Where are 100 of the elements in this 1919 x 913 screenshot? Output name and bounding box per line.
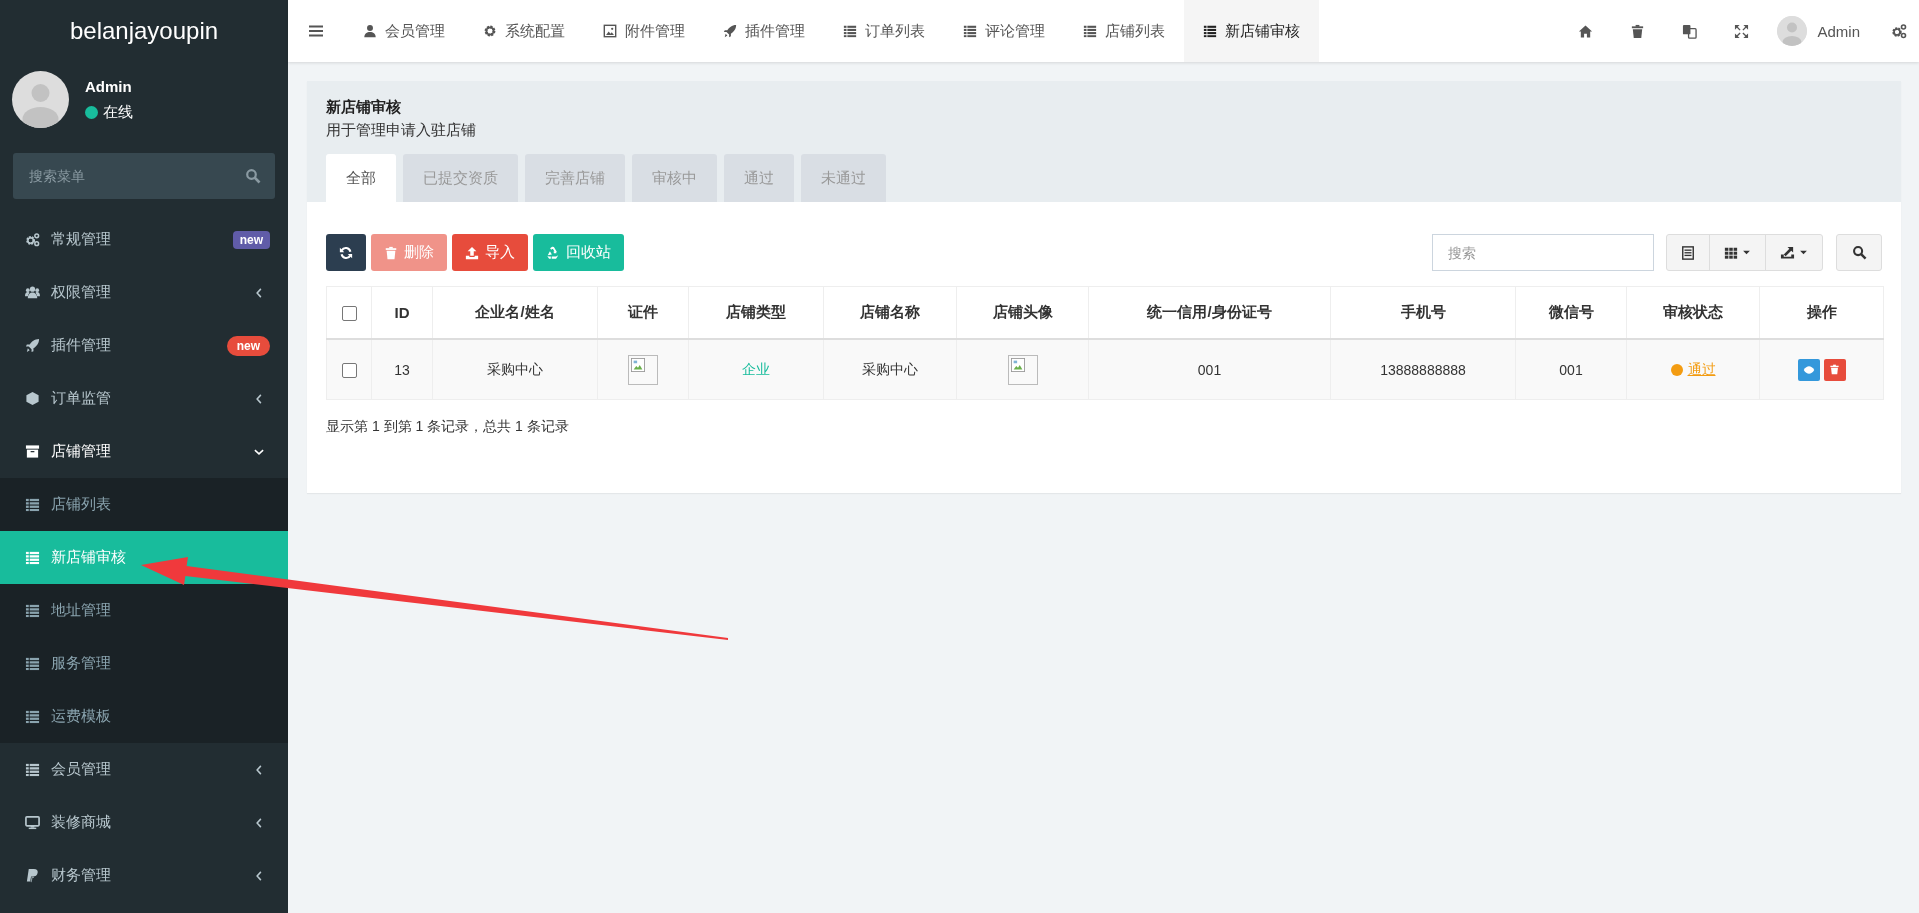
advanced-search-button[interactable] (1836, 234, 1882, 271)
new-badge: new (232, 230, 270, 249)
online-status-dot (85, 105, 98, 119)
sidebar-menu-item[interactable]: 店铺管理 (0, 425, 288, 478)
column-header: 手机号 (1400, 303, 1446, 320)
table-cell: 13 (394, 361, 410, 378)
column-header: ID (394, 304, 410, 321)
search-icon (245, 168, 261, 184)
table-cell: 采购中心 (487, 360, 543, 377)
page-title: 新店铺审核 (326, 98, 402, 117)
page-subtitle: 用于管理申请入驻店铺 (326, 121, 477, 140)
columns-grid-icon (1724, 245, 1738, 260)
sidebar-menu-item[interactable]: 订单监管 (0, 372, 288, 425)
logo-text[interactable]: belanjayoupin (69, 17, 219, 45)
user-status: 在线 (103, 102, 133, 122)
export-icon (1780, 245, 1795, 260)
search-field[interactable]: 搜索 (1432, 234, 1654, 271)
caret-icon (1742, 248, 1751, 257)
sidebar-menu-item[interactable]: 插件管理 new (0, 319, 288, 372)
trash-icon (1829, 364, 1840, 375)
delete-button[interactable] (1823, 358, 1846, 381)
column-header: 店铺名称 (860, 303, 920, 320)
avatar-icon (12, 71, 69, 128)
fullscreen-icon (1733, 23, 1749, 39)
recycle-icon (546, 245, 560, 260)
monitor-icon (25, 815, 40, 830)
nav-tab[interactable]: 插件管理 (704, 0, 824, 62)
menu-icon (308, 23, 324, 39)
nav-tab[interactable]: 店铺列表 (1064, 0, 1184, 62)
image-icon (603, 24, 617, 38)
sidebar-submenu-item[interactable]: 运费模板 (0, 690, 288, 743)
sidebar-submenu-item[interactable]: 地址管理 (0, 584, 288, 637)
column-header: 店铺头像 (992, 303, 1053, 320)
sidebar-menu-item[interactable]: 财务管理 (0, 849, 288, 902)
broken-image-icon (1007, 354, 1038, 385)
list-icon (25, 656, 40, 671)
column-header: 统一信用/身份证号 (1147, 303, 1272, 320)
trash-icon (384, 245, 398, 260)
menu-search-field[interactable]: 搜索菜单 (13, 153, 275, 199)
list-icon (25, 497, 40, 512)
import-button[interactable]: 导入 (452, 234, 528, 271)
select-all-checkbox[interactable] (341, 306, 357, 322)
list-icon (25, 550, 40, 565)
refresh-button[interactable] (326, 234, 366, 271)
nav-tab[interactable]: 新店铺审核 (1184, 0, 1319, 62)
column-header: 店铺类型 (726, 303, 786, 320)
column-header: 证件 (628, 303, 658, 320)
upload-icon (465, 245, 479, 260)
list-icon (963, 24, 977, 38)
trash-icon (1629, 23, 1645, 39)
gear-icon (483, 24, 497, 38)
list-icon (843, 24, 857, 38)
pagination-info: 显示第 1 到第 1 条记录，总共 1 条记录 (326, 418, 570, 436)
new-badge: new (226, 335, 270, 356)
refresh-icon (339, 245, 353, 260)
users-icon (25, 285, 40, 300)
list-icon (1203, 24, 1217, 38)
archive-icon (25, 444, 40, 459)
user-menu[interactable]: Admin (1767, 0, 1879, 62)
nav-tab[interactable]: 系统配置 (464, 0, 584, 62)
list-icon (25, 603, 40, 618)
home-icon (1577, 23, 1593, 39)
broken-image-icon (628, 354, 658, 385)
table-cell: 001 (1197, 361, 1222, 378)
nav-tab[interactable]: 评论管理 (944, 0, 1064, 62)
table-cell: 001 (1559, 361, 1583, 378)
list-icon (1083, 24, 1097, 38)
list-icon (25, 762, 40, 777)
search-icon (1851, 245, 1867, 260)
sidebar-menu-item[interactable]: 权限管理 (0, 266, 288, 319)
view-button[interactable] (1797, 358, 1820, 381)
user-name: Admin (85, 77, 133, 95)
gears-icon (1891, 23, 1907, 39)
table-cell: 13888888888 (1380, 361, 1466, 378)
filter-tab[interactable]: 全部 (326, 154, 396, 202)
nav-tab[interactable]: 订单列表 (824, 0, 944, 62)
sidebar-submenu-item[interactable]: 店铺列表 (0, 478, 288, 531)
table-cell: 采购中心 (862, 360, 918, 377)
rocket-icon (25, 338, 40, 353)
sidebar-submenu-item[interactable]: 服务管理 (0, 637, 288, 690)
sidebar-menu-item[interactable]: 会员管理 (0, 743, 288, 796)
column-header: 审核状态 (1663, 303, 1723, 320)
rocket-icon (723, 24, 737, 38)
gears-icon (25, 232, 40, 247)
translate-icon (1681, 23, 1697, 39)
nav-tab[interactable]: 会员管理 (344, 0, 464, 62)
eye-icon (1802, 363, 1815, 376)
column-header: 操作 (1806, 303, 1837, 320)
p-logo-icon (25, 868, 40, 883)
sidebar-menu-item[interactable]: 装修商城 (0, 796, 288, 849)
nav-tab[interactable]: 附件管理 (584, 0, 704, 62)
cube-icon (25, 391, 40, 406)
card-view-icon (1681, 245, 1695, 260)
user-icon (363, 24, 377, 38)
sidebar-menu-item[interactable]: 常规管理 new (0, 213, 288, 266)
column-header: 企业名/姓名 (475, 303, 555, 320)
column-header: 微信号 (1548, 303, 1594, 320)
row-checkbox[interactable] (341, 362, 357, 378)
caret-icon (1799, 248, 1808, 257)
list-icon (25, 709, 40, 724)
